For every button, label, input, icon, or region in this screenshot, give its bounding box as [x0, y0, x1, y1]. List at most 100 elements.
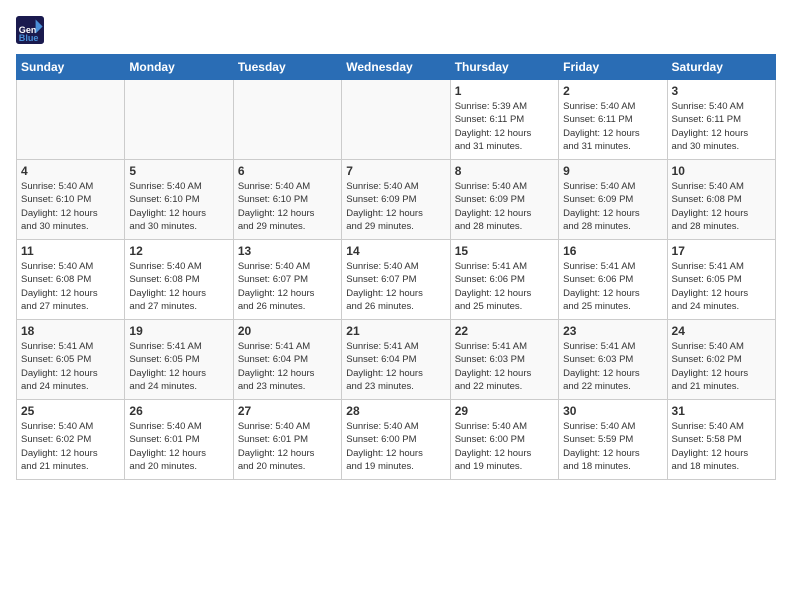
calendar-cell: 26Sunrise: 5:40 AM Sunset: 6:01 PM Dayli… [125, 400, 233, 480]
svg-text:Blue: Blue [19, 33, 39, 43]
day-info: Sunrise: 5:40 AM Sunset: 6:07 PM Dayligh… [346, 260, 445, 313]
calendar-week-1: 1 Sunrise: 5:39 AM Sunset: 6:11 PM Daylig… [17, 80, 776, 160]
day-number: 21 [346, 324, 445, 338]
day-number: 20 [238, 324, 337, 338]
calendar-cell: 23 Sunrise: 5:41 AM Sunset: 6:03 PM Dayli… [559, 320, 667, 400]
calendar-cell [17, 80, 125, 160]
day-info: Sunrise: 5:40 AM Sunset: 6:10 PM Dayligh… [21, 180, 120, 233]
day-number: 2 [563, 84, 662, 98]
calendar-body: 1 Sunrise: 5:39 AM Sunset: 6:11 PM Daylig… [17, 80, 776, 480]
calendar-header-sunday: Sunday [17, 55, 125, 80]
day-number: 15 [455, 244, 554, 258]
day-number: 27 [238, 404, 337, 418]
calendar-cell [342, 80, 450, 160]
day-info: Sunrise: 5:40 AM Sunset: 5:59 PM Dayligh… [563, 420, 662, 473]
day-number: 8 [455, 164, 554, 178]
calendar-cell: 13 Sunrise: 5:40 AM Sunset: 6:07 PM Dayli… [233, 240, 341, 320]
calendar-cell: 19 Sunrise: 5:41 AM Sunset: 6:05 PM Dayli… [125, 320, 233, 400]
calendar-cell: 15 Sunrise: 5:41 AM Sunset: 6:06 PM Dayli… [450, 240, 558, 320]
calendar-cell: 17 Sunrise: 5:41 AM Sunset: 6:05 PM Dayli… [667, 240, 775, 320]
day-number: 30 [563, 404, 662, 418]
day-info: Sunrise: 5:40 AM Sunset: 6:10 PM Dayligh… [129, 180, 228, 233]
day-number: 17 [672, 244, 771, 258]
day-info: Sunrise: 5:40 AM Sunset: 6:10 PM Dayligh… [238, 180, 337, 233]
calendar-cell: 4 Sunrise: 5:40 AM Sunset: 6:10 PM Daylig… [17, 160, 125, 240]
day-info: Sunrise: 5:41 AM Sunset: 6:05 PM Dayligh… [129, 340, 228, 393]
day-info: Sunrise: 5:40 AM Sunset: 6:00 PM Dayligh… [455, 420, 554, 473]
calendar-cell: 21Sunrise: 5:41 AM Sunset: 6:04 PM Dayli… [342, 320, 450, 400]
calendar-week-5: 25 Sunrise: 5:40 AM Sunset: 6:02 PM Dayli… [17, 400, 776, 480]
calendar-header-saturday: Saturday [667, 55, 775, 80]
day-number: 13 [238, 244, 337, 258]
calendar-cell: 25 Sunrise: 5:40 AM Sunset: 6:02 PM Dayli… [17, 400, 125, 480]
day-number: 4 [21, 164, 120, 178]
day-info: Sunrise: 5:40 AM Sunset: 6:00 PM Dayligh… [346, 420, 445, 473]
day-info: Sunrise: 5:41 AM Sunset: 6:03 PM Dayligh… [455, 340, 554, 393]
calendar-cell: 28Sunrise: 5:40 AM Sunset: 6:00 PM Dayli… [342, 400, 450, 480]
day-number: 6 [238, 164, 337, 178]
calendar-cell: 7 Sunrise: 5:40 AM Sunset: 6:09 PM Daylig… [342, 160, 450, 240]
calendar-header-friday: Friday [559, 55, 667, 80]
logo-icon: Gen Blue [16, 16, 44, 44]
calendar-table: SundayMondayTuesdayWednesdayThursdayFrid… [16, 54, 776, 480]
day-number: 14 [346, 244, 445, 258]
calendar-cell: 24 Sunrise: 5:40 AM Sunset: 6:02 PM Dayli… [667, 320, 775, 400]
header: Gen Blue [16, 16, 776, 44]
calendar-cell: 1 Sunrise: 5:39 AM Sunset: 6:11 PM Daylig… [450, 80, 558, 160]
day-info: Sunrise: 5:39 AM Sunset: 6:11 PM Dayligh… [455, 100, 554, 153]
day-number: 5 [129, 164, 228, 178]
day-info: Sunrise: 5:41 AM Sunset: 6:05 PM Dayligh… [21, 340, 120, 393]
day-info: Sunrise: 5:40 AM Sunset: 6:11 PM Dayligh… [563, 100, 662, 153]
calendar-week-4: 18Sunrise: 5:41 AM Sunset: 6:05 PM Dayli… [17, 320, 776, 400]
calendar-cell: 20Sunrise: 5:41 AM Sunset: 6:04 PM Dayli… [233, 320, 341, 400]
calendar-cell: 27 Sunrise: 5:40 AM Sunset: 6:01 PM Dayli… [233, 400, 341, 480]
day-number: 9 [563, 164, 662, 178]
calendar-header-thursday: Thursday [450, 55, 558, 80]
day-info: Sunrise: 5:40 AM Sunset: 6:08 PM Dayligh… [129, 260, 228, 313]
calendar-week-2: 4 Sunrise: 5:40 AM Sunset: 6:10 PM Daylig… [17, 160, 776, 240]
day-info: Sunrise: 5:41 AM Sunset: 6:05 PM Dayligh… [672, 260, 771, 313]
calendar-header-tuesday: Tuesday [233, 55, 341, 80]
calendar-header-monday: Monday [125, 55, 233, 80]
day-info: Sunrise: 5:40 AM Sunset: 6:02 PM Dayligh… [21, 420, 120, 473]
calendar-cell [233, 80, 341, 160]
day-number: 29 [455, 404, 554, 418]
day-number: 10 [672, 164, 771, 178]
day-info: Sunrise: 5:40 AM Sunset: 6:09 PM Dayligh… [346, 180, 445, 233]
day-info: Sunrise: 5:40 AM Sunset: 6:09 PM Dayligh… [455, 180, 554, 233]
day-number: 16 [563, 244, 662, 258]
calendar-cell: 6 Sunrise: 5:40 AM Sunset: 6:10 PM Daylig… [233, 160, 341, 240]
calendar-cell: 22Sunrise: 5:41 AM Sunset: 6:03 PM Dayli… [450, 320, 558, 400]
calendar-cell: 10 Sunrise: 5:40 AM Sunset: 6:08 PM Dayli… [667, 160, 775, 240]
calendar-header-wednesday: Wednesday [342, 55, 450, 80]
day-info: Sunrise: 5:40 AM Sunset: 6:11 PM Dayligh… [672, 100, 771, 153]
day-info: Sunrise: 5:40 AM Sunset: 6:07 PM Dayligh… [238, 260, 337, 313]
day-number: 24 [672, 324, 771, 338]
calendar-cell: 3 Sunrise: 5:40 AM Sunset: 6:11 PM Daylig… [667, 80, 775, 160]
day-info: Sunrise: 5:41 AM Sunset: 6:03 PM Dayligh… [563, 340, 662, 393]
calendar-cell: 5 Sunrise: 5:40 AM Sunset: 6:10 PM Daylig… [125, 160, 233, 240]
calendar-cell [125, 80, 233, 160]
day-number: 11 [21, 244, 120, 258]
day-info: Sunrise: 5:41 AM Sunset: 6:06 PM Dayligh… [455, 260, 554, 313]
day-number: 3 [672, 84, 771, 98]
calendar-cell: 30 Sunrise: 5:40 AM Sunset: 5:59 PM Dayli… [559, 400, 667, 480]
calendar-header-row: SundayMondayTuesdayWednesdayThursdayFrid… [17, 55, 776, 80]
day-number: 25 [21, 404, 120, 418]
calendar-cell: 29 Sunrise: 5:40 AM Sunset: 6:00 PM Dayli… [450, 400, 558, 480]
day-info: Sunrise: 5:40 AM Sunset: 5:58 PM Dayligh… [672, 420, 771, 473]
day-number: 23 [563, 324, 662, 338]
calendar-cell: 16 Sunrise: 5:41 AM Sunset: 6:06 PM Dayli… [559, 240, 667, 320]
calendar-cell: 11Sunrise: 5:40 AM Sunset: 6:08 PM Dayli… [17, 240, 125, 320]
day-info: Sunrise: 5:40 AM Sunset: 6:08 PM Dayligh… [672, 180, 771, 233]
day-number: 19 [129, 324, 228, 338]
day-info: Sunrise: 5:40 AM Sunset: 6:01 PM Dayligh… [238, 420, 337, 473]
calendar-cell: 31 Sunrise: 5:40 AM Sunset: 5:58 PM Dayli… [667, 400, 775, 480]
day-number: 1 [455, 84, 554, 98]
day-info: Sunrise: 5:40 AM Sunset: 6:02 PM Dayligh… [672, 340, 771, 393]
day-number: 31 [672, 404, 771, 418]
day-number: 7 [346, 164, 445, 178]
day-number: 26 [129, 404, 228, 418]
day-info: Sunrise: 5:41 AM Sunset: 6:06 PM Dayligh… [563, 260, 662, 313]
day-info: Sunrise: 5:40 AM Sunset: 6:09 PM Dayligh… [563, 180, 662, 233]
